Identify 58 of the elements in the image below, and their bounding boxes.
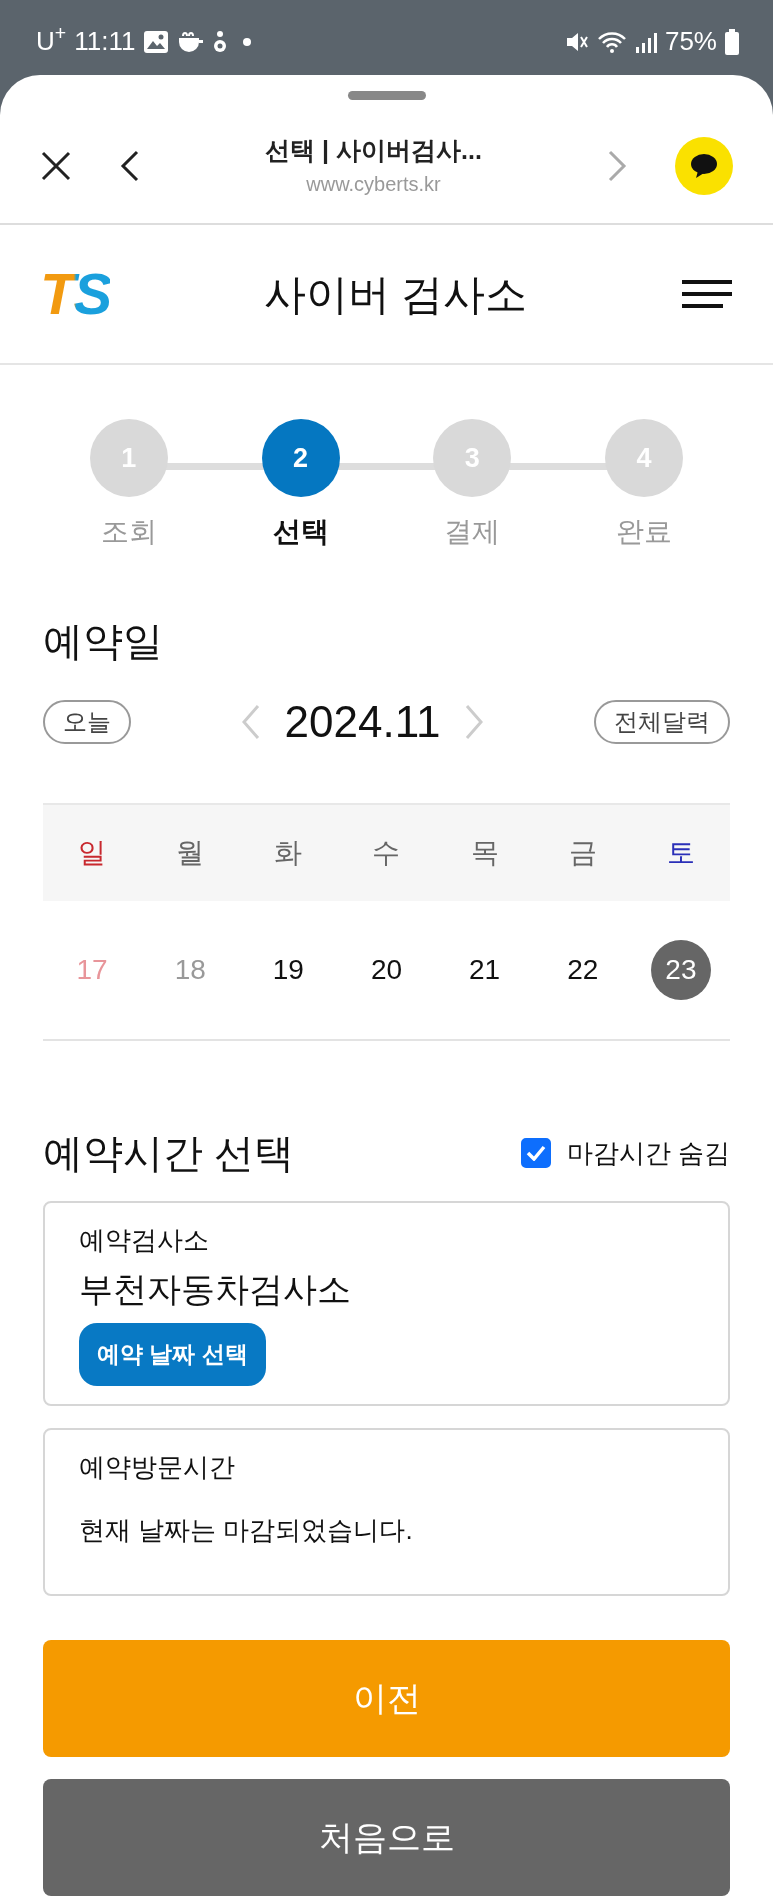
carrier-label: U$^{+}$ (36, 22, 67, 58)
drag-handle[interactable] (347, 91, 426, 100)
date-cell[interactable]: 21 (454, 940, 515, 1000)
back-button[interactable] (120, 149, 140, 182)
forward-icon (607, 149, 627, 182)
weekday-label: 일 (78, 837, 107, 868)
menu-icon (681, 279, 733, 309)
step-label: 조회 (100, 515, 157, 549)
clock-time: 11:11 (74, 25, 136, 58)
back-icon (120, 149, 140, 182)
select-date-button[interactable]: 예약 날짜 선택 (79, 1323, 266, 1386)
date-cell-text: 17 (75, 953, 109, 987)
battery-level: 75% (664, 25, 717, 58)
station-name: 부천자동차검사소 (79, 1269, 352, 1310)
closed-message: 현재 날짜는 마감되었습니다. (79, 1513, 414, 1547)
weekday-label: 수 (372, 837, 401, 868)
date-cell-text: 18 (173, 953, 207, 987)
forward-button[interactable] (607, 149, 627, 182)
cup-icon (177, 29, 206, 54)
step-label: 완료 (616, 515, 673, 549)
step-label: 결제 (444, 515, 501, 549)
chevron-left-icon (240, 704, 261, 740)
section-heading: 예약시간 선택 (43, 1130, 295, 1177)
today-button[interactable]: 오늘 (43, 699, 131, 745)
speech-bubble-icon (690, 152, 718, 179)
dot-icon (243, 37, 252, 46)
wifi-icon (596, 29, 627, 54)
field-label: 예약방문시간 (79, 1450, 236, 1484)
month-label: 2024.11 (284, 696, 441, 748)
page-url: www.cyberts.kr (305, 172, 442, 198)
battery-icon (725, 28, 739, 55)
page-title: 선택 | 사이버검사... (264, 134, 483, 166)
step-label: 선택 (272, 515, 329, 549)
drop-icon (213, 29, 228, 54)
section-heading: 예약일 (43, 618, 164, 665)
chat-button[interactable] (675, 136, 733, 195)
weekday-label: 월 (176, 837, 205, 868)
date-cell[interactable]: 20 (356, 940, 417, 1000)
weekday-label: 목 (470, 837, 499, 868)
image-icon (143, 29, 170, 54)
menu-button[interactable] (681, 279, 733, 309)
full-calendar-button[interactable]: 전체달력 (594, 699, 730, 745)
weekday-label: 토 (666, 837, 695, 868)
close-icon (40, 149, 72, 182)
close-button[interactable] (40, 149, 72, 182)
home-button[interactable]: 처음으로 (43, 1778, 730, 1896)
date-cell[interactable]: 23 (650, 940, 711, 1000)
weekday-label: 금 (568, 837, 597, 868)
chevron-right-icon (464, 704, 485, 740)
site-title: 사이버 검사소 (263, 269, 528, 320)
weekday-label: 화 (274, 837, 303, 868)
field-label: 예약검사소 (79, 1224, 210, 1257)
check-icon (525, 1145, 546, 1161)
checkbox-label: 마감시간 숨김 (566, 1136, 730, 1170)
date-cell[interactable]: 19 (258, 940, 319, 1000)
date-cell[interactable]: 22 (552, 940, 613, 1000)
step-circle: 2 (261, 419, 340, 497)
checkbox[interactable] (520, 1138, 551, 1168)
